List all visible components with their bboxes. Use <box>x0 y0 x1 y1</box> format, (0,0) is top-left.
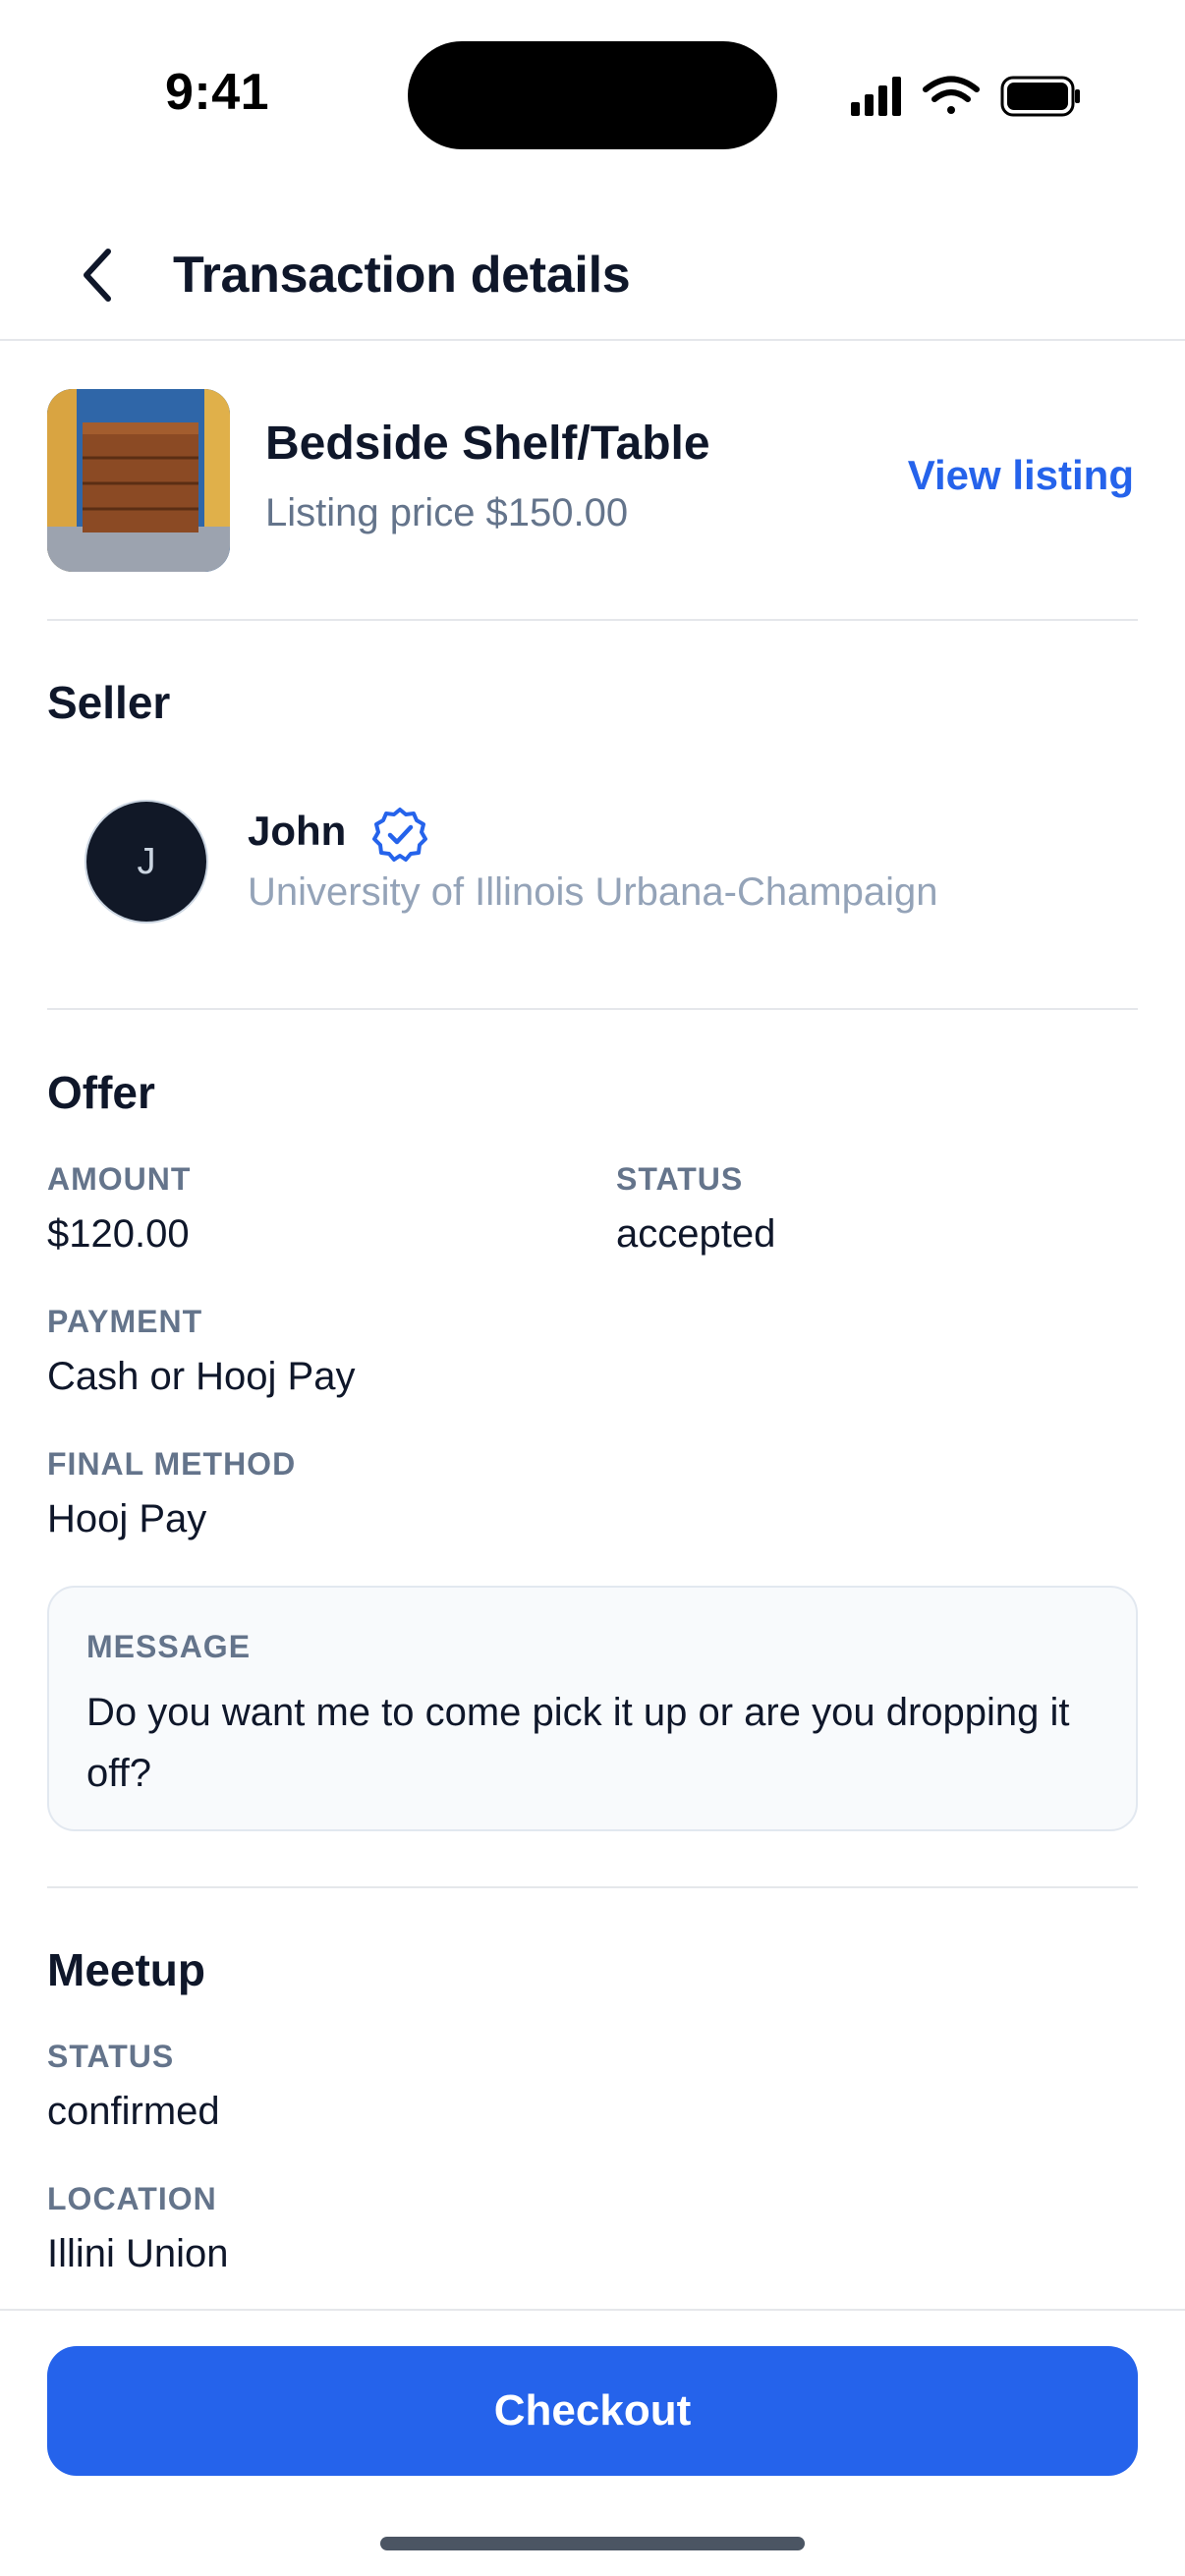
view-listing-link[interactable]: View listing <box>908 452 1134 499</box>
listing-divider <box>47 619 1138 621</box>
offer-divider <box>47 1886 1138 1888</box>
offer-status-value: accepted <box>616 1212 776 1256</box>
cellular-signal-icon <box>851 77 901 116</box>
avatar-initial: J <box>137 840 156 882</box>
offer-amount-label: AMOUNT <box>47 1161 192 1197</box>
chevron-left-icon <box>84 249 111 302</box>
meetup-location-value: Illini Union <box>47 2232 229 2275</box>
nav-header: Transaction details <box>0 212 1185 342</box>
battery-icon <box>1000 76 1080 117</box>
wifi-icon <box>923 76 980 114</box>
seller-divider <box>47 1008 1138 1010</box>
status-bar-time: 9:41 <box>165 64 270 121</box>
meetup-location-label: LOCATION <box>47 2181 217 2216</box>
offer-message-card: MESSAGE Do you want me to come pick it u… <box>47 1586 1138 1831</box>
seller-section-title: Seller <box>47 677 171 728</box>
final-method-value: Hooj Pay <box>47 1497 207 1540</box>
listing-thumbnail[interactable] <box>47 389 230 572</box>
verified-badge-icon <box>372 808 427 862</box>
offer-amount-value: $120.00 <box>47 1212 190 1256</box>
message-label: MESSAGE <box>86 1629 252 1664</box>
page-title: Transaction details <box>173 247 631 304</box>
message-text: Do you want me to come pick it up or are… <box>86 1691 1070 1795</box>
footer-divider <box>0 2309 1185 2311</box>
listing-photo <box>47 389 230 572</box>
listing-price: Listing price $150.00 <box>265 491 629 534</box>
dynamic-island <box>408 41 777 149</box>
listing-title: Bedside Shelf/Table <box>265 418 710 470</box>
back-button[interactable] <box>59 236 138 314</box>
seller-school: University of Illinois Urbana-Champaign <box>248 870 938 914</box>
checkout-label: Checkout <box>493 2386 692 2435</box>
meetup-section-title: Meetup <box>47 1944 205 1995</box>
header-divider <box>0 339 1185 341</box>
meetup-status-value: confirmed <box>47 2090 220 2133</box>
meetup-status-label: STATUS <box>47 2039 175 2074</box>
checkout-button[interactable]: Checkout <box>47 2346 1138 2476</box>
offer-section-title: Offer <box>47 1067 155 1118</box>
payment-label: PAYMENT <box>47 1304 203 1339</box>
seller-name[interactable]: John <box>248 808 346 855</box>
home-indicator[interactable] <box>380 2537 805 2550</box>
status-bar-icons <box>847 73 1083 122</box>
final-method-label: FINAL METHOD <box>47 1446 297 1482</box>
transaction-details-screen: 9:41 Transaction details Bedside Shelf/T… <box>0 0 1185 2576</box>
payment-value: Cash or Hooj Pay <box>47 1355 356 1398</box>
offer-status-label: STATUS <box>616 1161 744 1197</box>
avatar[interactable]: J <box>85 800 208 924</box>
